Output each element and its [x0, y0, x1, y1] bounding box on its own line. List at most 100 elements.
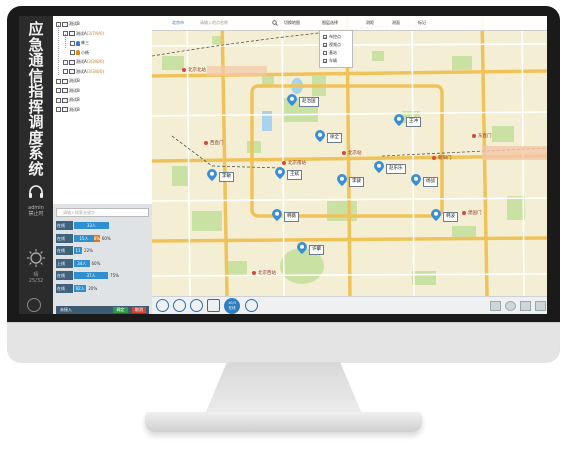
search-icon[interactable] [272, 20, 278, 26]
tree-node[interactable]: 测试A(3/7/9/0) [63, 29, 104, 38]
expand-toggle-icon[interactable] [56, 97, 61, 103]
expand-toggle-icon[interactable] [56, 88, 61, 93]
stat-label: 在线 [56, 233, 73, 243]
expand-toggle-icon[interactable] [56, 78, 61, 84]
poi-label: 东直门 [478, 134, 492, 139]
checkbox-icon[interactable]: ✓ [323, 43, 327, 48]
expand-toggle-icon[interactable] [63, 69, 68, 74]
poi-label: 北京南站 [288, 161, 306, 166]
online-counter[interactable]: 10/3 在线 [224, 298, 240, 314]
poi-marker-icon [182, 68, 186, 72]
stat-bar: 92人 [74, 285, 87, 292]
ban-icon[interactable] [156, 299, 169, 312]
marker-label[interactable]: 徐全 [327, 133, 342, 143]
stats-search-input[interactable]: 请输入搜索关键字 [56, 208, 149, 217]
poi-label: 北京西站 [258, 271, 276, 276]
location-pin-icon[interactable] [374, 161, 384, 173]
tree-node[interactable]: 林三 [70, 38, 89, 47]
poi-marker-icon [432, 156, 436, 160]
expand-toggle-icon[interactable] [63, 31, 68, 36]
settings-icon[interactable] [535, 301, 546, 311]
expand-toggle-icon[interactable] [70, 40, 75, 46]
chart-icon[interactable] [490, 301, 501, 311]
measure-area-tool[interactable]: 测面 [392, 16, 400, 30]
marker-label[interactable]: 韩波 [443, 212, 458, 222]
stat-label: 上线 [56, 258, 73, 268]
location-pin-icon[interactable] [431, 209, 441, 221]
stat-row: 在线 92人 20% [56, 284, 149, 293]
marker-label[interactable]: 王斌 [287, 170, 302, 180]
map-search-input[interactable]: 请输入地点名称 [200, 16, 228, 30]
logout-icon[interactable] [27, 298, 41, 312]
location-pin-icon[interactable] [337, 174, 347, 186]
checkbox-icon[interactable]: ✓ [323, 59, 327, 64]
location-pin-icon[interactable] [287, 94, 297, 106]
user-locate-icon[interactable] [245, 299, 258, 312]
location-pin-icon[interactable] [207, 169, 217, 181]
poi-marker-icon [342, 151, 346, 155]
expand-toggle-icon[interactable] [63, 59, 68, 65]
layer-option[interactable]: ✓ 视频点 [323, 41, 341, 49]
location-pin-icon[interactable] [411, 174, 421, 186]
location-pin-icon[interactable] [297, 242, 307, 254]
cancel-button[interactable]: 取消 [132, 307, 146, 313]
checkbox-icon[interactable] [323, 51, 327, 55]
city-selector[interactable]: 北京市 [172, 16, 184, 30]
tree-node[interactable]: 测试B [56, 19, 80, 28]
location-pin-icon[interactable] [315, 130, 325, 142]
marker-label[interactable]: 杨战 [423, 177, 438, 187]
select-area-icon[interactable] [207, 299, 220, 312]
poi-marker-icon [472, 134, 476, 138]
folder-icon [69, 69, 75, 74]
stat-bar: 33人 [74, 222, 109, 229]
layer-option[interactable]: ✓ 布控点 [323, 33, 341, 41]
tree-node[interactable]: 测试A(3/3/8/0) [63, 67, 104, 76]
marker-label[interactable]: 王冲 [406, 117, 421, 127]
tree-node-count: (3/7/9/0) [86, 30, 105, 36]
group-icon[interactable] [190, 299, 203, 312]
tree-node[interactable]: 测试B [56, 76, 80, 85]
location-pin-icon[interactable] [275, 167, 285, 179]
document-icon[interactable] [520, 301, 531, 311]
people-icon[interactable] [173, 299, 186, 312]
tree-node[interactable]: 测试B [56, 86, 80, 95]
marker-label[interactable]: 李骏 [349, 177, 364, 187]
poi-label: 朝阳门 [438, 156, 452, 161]
stat-bar: 8% [93, 234, 101, 242]
marker-label[interactable]: 赵治国 [299, 97, 319, 107]
marker-label[interactable]: 赵乐乐 [386, 164, 406, 174]
layer-option[interactable]: 基站 [323, 49, 337, 57]
marker-label[interactable]: 许攀 [309, 245, 324, 255]
expand-toggle-icon[interactable] [70, 50, 75, 55]
mark-tool[interactable]: 标记 [418, 16, 426, 30]
layer-option-label: 布控点 [329, 34, 341, 39]
tree-node[interactable]: 测试B [56, 105, 80, 114]
layer-option-label: 基站 [329, 50, 337, 55]
app-title: 应急通信指挥调度系统 [23, 21, 49, 177]
location-pin-icon[interactable] [394, 114, 404, 126]
title-strip: 应急通信指挥调度系统 admin 禁止时 晴 25/32 [19, 16, 53, 314]
folder-icon [69, 31, 75, 36]
globe-icon[interactable] [505, 301, 516, 311]
location-pin-icon[interactable] [272, 209, 282, 221]
marker-label[interactable]: 韩薇 [284, 212, 299, 222]
headset-icon[interactable] [28, 185, 44, 199]
switch-map-button[interactable]: 切换地图 [284, 16, 300, 30]
confirm-button[interactable]: 确定 [113, 307, 128, 313]
layer-option[interactable]: ✓ 车辆 [323, 57, 337, 65]
tree-node[interactable]: 小杨 [70, 48, 89, 57]
weather-icon [27, 249, 45, 267]
layer-select-button[interactable]: 图层选择 [322, 16, 338, 30]
stat-bar: 15人 [74, 234, 94, 242]
tree-node[interactable]: 测试B [56, 95, 80, 104]
tree-node-label: 测试B [69, 78, 80, 83]
expand-toggle-icon[interactable] [56, 21, 61, 27]
marker-label[interactable]: 李敏 [219, 172, 234, 182]
org-tree-panel: 测试B 测试A(3/7/9/0) 林三 小杨 测试A(3/3/8/0) 测试A(3/3/8… [53, 16, 152, 204]
map-view[interactable]: 北京北站 西直门 北京南站 北京站 东直门 朝阳门 北京西站 建国门 赵治国 王冲 徐全 李敏 王斌李… [152, 16, 547, 296]
expand-toggle-icon[interactable] [56, 107, 61, 112]
measure-distance-tool[interactable]: 测距 [366, 16, 374, 30]
checkbox-icon[interactable]: ✓ [323, 35, 327, 40]
tree-node[interactable]: 测试A(3/3/8/0) [63, 57, 104, 66]
stat-label: 在线 [56, 246, 73, 256]
